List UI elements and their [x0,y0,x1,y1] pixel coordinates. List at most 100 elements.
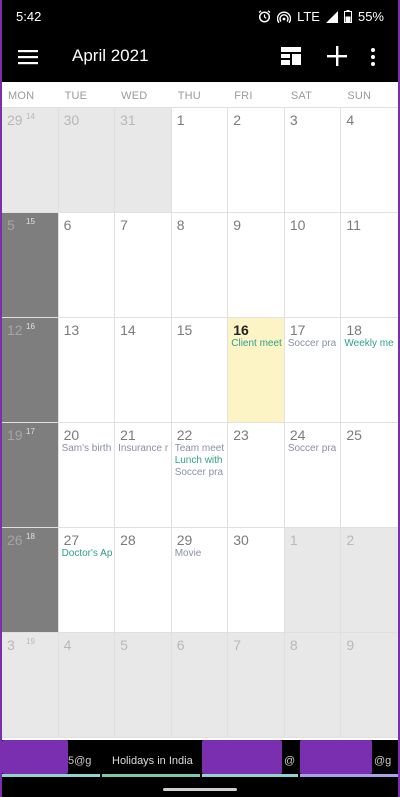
more-options-icon[interactable] [368,45,378,69]
day-cell[interactable]: 29 Movie [172,528,229,632]
day-cell[interactable]: 1 [172,108,229,212]
day-cell[interactable]: 6 [171,633,229,737]
month-title[interactable]: April 2021 [72,46,149,66]
add-event-icon[interactable] [324,43,350,69]
account-4-underline [300,774,398,777]
day-cell[interactable]: 21 Insurance r [115,423,172,527]
day-cell[interactable]: 13 [59,318,116,422]
day-number: 6 [176,637,185,653]
day-number: 22 [176,427,193,443]
event-item[interactable]: Doctor's Ap [62,548,115,560]
day-cell[interactable]: 18 Weekly me [341,318,398,422]
day-cell[interactable]: 30 [228,528,285,632]
week-row: 29 14 30 31 1 2 3 4 [2,108,398,213]
day-number: 29 [176,532,193,548]
day-cell[interactable]: 7 [115,213,172,317]
weekday-label: SUN [347,90,372,102]
day-cell[interactable]: 14 [115,318,172,422]
day-cell-today[interactable]: 16 Client meet [228,318,285,422]
day-cell[interactable]: 7 [228,633,285,737]
account-tab-4[interactable] [300,740,372,774]
day-cell[interactable]: 28 [115,528,172,632]
day-number: 24 [289,427,306,443]
day-cell[interactable]: 4 [58,633,116,737]
day-number: 18 [346,322,362,338]
day-cell[interactable]: 29 14 [2,108,59,212]
day-number: 17 [289,322,306,338]
day-events: Insurance r [118,443,171,455]
event-item[interactable]: Lunch with [175,455,228,467]
day-cell[interactable]: 10 [285,213,342,317]
day-cell[interactable]: 17 Soccer pra [285,318,342,422]
battery-level: 55% [357,9,384,24]
day-number: 15 [176,322,193,338]
day-cell[interactable]: 5 [115,633,172,737]
day-cell[interactable]: 6 [59,213,116,317]
day-cell[interactable]: 24 Soccer pra [285,423,342,527]
weekday-label: FRI [234,90,253,102]
day-cell[interactable]: 31 [115,108,172,212]
weekday-label: TUE [64,90,88,102]
day-events: Soccer pra [288,338,341,350]
day-cell[interactable]: 25 [341,423,398,527]
view-switch-icon[interactable] [280,45,302,67]
account-tab-3[interactable] [202,740,282,774]
day-cell[interactable]: 9 [228,213,285,317]
day-number: 4 [346,112,355,128]
day-number: 30 [233,532,249,548]
account-1-underline [2,774,100,777]
day-cell[interactable]: 2 [341,528,398,632]
event-item[interactable]: Sam's birth [62,443,115,455]
account-tab-1[interactable] [2,740,68,774]
day-cell[interactable]: 15 [172,318,229,422]
event-item[interactable]: Movie [175,548,228,560]
day-cell[interactable]: 27 Doctor's Ap [59,528,116,632]
week-number: 19 [26,637,35,646]
status-bar: 5:42 LTE 55% [2,0,398,32]
day-number: 26 [7,532,23,548]
menu-icon[interactable] [16,45,40,69]
day-number: 2 [233,112,242,128]
day-number: 10 [289,217,306,233]
account-3-underline [202,774,298,777]
day-number: 1 [289,532,298,548]
day-cell[interactable]: 3 19 [2,633,59,737]
day-number: 9 [233,217,242,233]
day-cell[interactable]: 2 [228,108,285,212]
event-item[interactable]: Soccer pra [288,443,341,455]
weekday-label: WED [121,90,148,102]
day-cell[interactable]: 30 [58,108,116,212]
event-item[interactable]: Client meet [231,338,284,350]
day-cell[interactable]: 5 15 [2,213,59,317]
day-cell[interactable]: 8 [172,213,229,317]
battery-icon [343,10,352,23]
home-indicator[interactable] [163,788,237,791]
week-number: 17 [26,427,35,436]
weekday-header: MON TUE WED THU FRI SAT SUN [2,82,398,108]
event-item[interactable]: Team meet [175,443,228,455]
day-cell[interactable]: 23 [228,423,285,527]
day-cell[interactable]: 1 [284,528,342,632]
event-item[interactable]: Soccer pra [175,467,228,479]
day-cell[interactable]: 3 [285,108,342,212]
day-cell[interactable]: 4 [341,108,398,212]
day-cell[interactable]: 11 [341,213,398,317]
day-number: 21 [120,427,136,443]
event-item[interactable]: Weekly me [344,338,398,350]
day-cell[interactable]: 12 16 [2,318,59,422]
event-item[interactable]: Soccer pra [288,338,341,350]
signal-icon [325,10,338,23]
day-cell[interactable]: 20 Sam's birth [59,423,116,527]
day-cell[interactable]: 9 [341,633,398,737]
day-cell[interactable]: 8 [284,633,342,737]
event-item[interactable]: Insurance r [118,443,171,455]
day-events: Weekly me [344,338,398,350]
day-number: 28 [120,532,136,548]
day-cell[interactable]: 26 18 [2,528,59,632]
account-3-label: @ [284,755,296,767]
week-row: 3 19 4 5 6 7 8 9 [2,633,398,738]
day-cell[interactable]: 19 17 [2,423,59,527]
week-row: 12 16 13 14 15 16 Client meet 17 Soccer pra 18 Wee… [2,318,398,423]
day-cell[interactable]: 22 Team meet Lunch with Soccer pra [172,423,229,527]
week-number: 16 [26,322,35,331]
